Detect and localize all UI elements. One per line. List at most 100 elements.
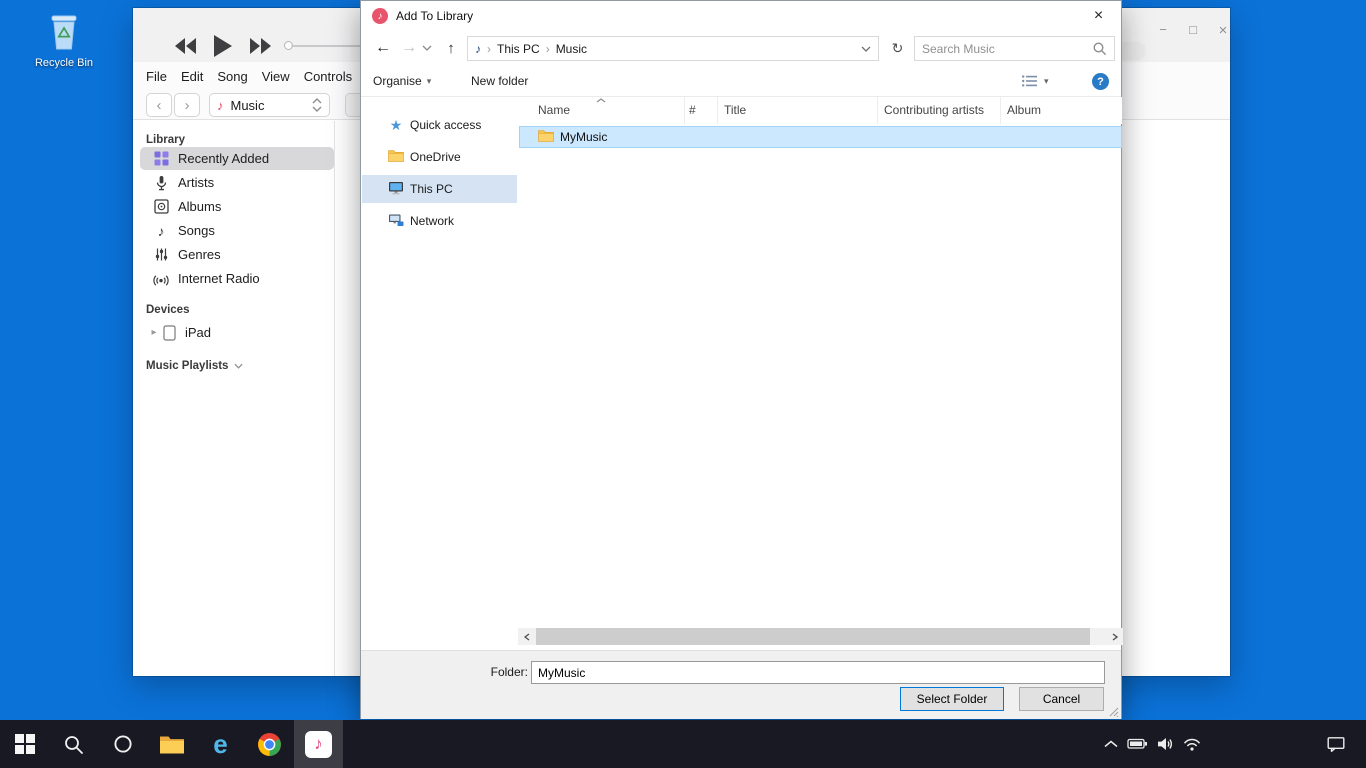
sidebar-item-label: Internet Radio bbox=[178, 271, 260, 286]
sidebar-item-genres[interactable]: Genres bbox=[140, 243, 334, 266]
desktop: Recycle Bin − □ × File Edit Song V bbox=[0, 0, 1366, 768]
taskbar-chrome-button[interactable] bbox=[245, 720, 294, 768]
itunes-search-field-partial[interactable] bbox=[1122, 42, 1146, 60]
navpane-item-label: Quick access bbox=[410, 118, 481, 132]
breadcrumb-this-pc[interactable]: This PC bbox=[497, 42, 540, 56]
search-box[interactable] bbox=[914, 36, 1115, 61]
windows-logo-icon bbox=[15, 734, 35, 754]
back-button[interactable]: ← bbox=[371, 36, 395, 60]
horizontal-scrollbar[interactable] bbox=[518, 628, 1123, 645]
address-bar[interactable]: ♪ › This PC › Music bbox=[467, 36, 879, 61]
scrollbar-thumb[interactable] bbox=[536, 628, 1090, 645]
play-button[interactable] bbox=[214, 35, 232, 57]
menu-edit[interactable]: Edit bbox=[181, 69, 203, 84]
organise-label: Organise bbox=[373, 74, 422, 88]
folder-icon bbox=[538, 129, 554, 145]
new-folder-button[interactable]: New folder bbox=[471, 66, 528, 96]
music-playlists-label: Music Playlists bbox=[146, 360, 228, 372]
taskbar-file-explorer-button[interactable] bbox=[147, 720, 196, 768]
sidebar-item-albums[interactable]: Albums bbox=[140, 195, 334, 218]
action-center-button[interactable] bbox=[1316, 720, 1356, 768]
taskbar-itunes-button[interactable]: ♪ bbox=[294, 720, 343, 768]
network-wifi-icon[interactable] bbox=[1183, 738, 1201, 751]
close-icon: × bbox=[1094, 7, 1103, 25]
dialog-footer: Folder: Select Folder Cancel bbox=[361, 650, 1121, 719]
taskbar-internet-explorer-button[interactable]: e bbox=[196, 720, 245, 768]
maximize-icon[interactable]: □ bbox=[1185, 22, 1201, 37]
recently-added-icon bbox=[153, 151, 169, 166]
refresh-icon: ↻ bbox=[892, 40, 904, 57]
file-row-mymusic[interactable]: MyMusic bbox=[519, 126, 1122, 148]
dialog-close-button[interactable]: × bbox=[1076, 1, 1121, 30]
add-to-library-dialog: ♪ Add To Library × ← → ↑ ♪ › This bbox=[360, 0, 1122, 719]
breadcrumb-music[interactable]: Music bbox=[556, 42, 587, 56]
menu-song[interactable]: Song bbox=[217, 69, 247, 84]
cortana-icon bbox=[113, 734, 133, 754]
action-center-icon bbox=[1327, 736, 1345, 752]
fast-forward-button[interactable] bbox=[250, 38, 272, 54]
navpane-item-quick-access[interactable]: ★ Quick access bbox=[362, 111, 517, 139]
recent-locations-dropdown[interactable] bbox=[419, 36, 435, 60]
recycle-bin-shortcut[interactable]: Recycle Bin bbox=[26, 8, 102, 69]
sidebar-item-songs[interactable]: ♪ Songs bbox=[140, 219, 334, 242]
close-icon[interactable]: × bbox=[1215, 22, 1231, 39]
navpane-item-network[interactable]: Network bbox=[362, 207, 517, 235]
start-button[interactable] bbox=[0, 720, 49, 768]
sidebar-item-ipad[interactable]: ▸ iPad bbox=[140, 321, 334, 344]
itunes-back-button[interactable]: ‹ bbox=[146, 93, 172, 117]
forward-button[interactable]: → bbox=[397, 36, 421, 60]
dialog-title-bar: ♪ Add To Library × bbox=[361, 1, 1121, 31]
taskbar-cortana-button[interactable] bbox=[98, 720, 147, 768]
menu-controls[interactable]: Controls bbox=[304, 69, 352, 84]
help-button[interactable]: ? bbox=[1092, 73, 1109, 90]
music-playlists-header[interactable]: Music Playlists bbox=[146, 360, 243, 372]
taskbar: e ♪ bbox=[0, 720, 1366, 768]
address-dropdown-icon[interactable] bbox=[861, 46, 871, 52]
volume-icon[interactable] bbox=[1157, 737, 1174, 751]
chevron-down-icon bbox=[422, 45, 432, 51]
organise-button[interactable]: Organise ▾ bbox=[373, 66, 431, 96]
sidebar-item-recently-added[interactable]: Recently Added bbox=[140, 147, 334, 170]
ipad-icon bbox=[161, 325, 177, 341]
battery-icon[interactable] bbox=[1127, 738, 1148, 750]
select-folder-button[interactable]: Select Folder bbox=[900, 687, 1004, 711]
help-icon: ? bbox=[1097, 76, 1104, 88]
library-section-header: Library bbox=[146, 134, 185, 146]
quick-access-star-icon: ★ bbox=[388, 117, 404, 134]
search-input[interactable] bbox=[915, 42, 1093, 56]
itunes-forward-button[interactable]: › bbox=[174, 93, 200, 117]
hidden-icons-chevron[interactable] bbox=[1104, 740, 1118, 748]
chevron-down-icon bbox=[234, 363, 243, 369]
this-pc-icon bbox=[388, 180, 404, 198]
column-header-album[interactable]: Album bbox=[1001, 97, 1122, 124]
views-button[interactable]: ▾ bbox=[1021, 66, 1049, 96]
refresh-button[interactable]: ↻ bbox=[885, 36, 910, 60]
rewind-button[interactable] bbox=[175, 38, 197, 54]
navpane-item-onedrive[interactable]: OneDrive bbox=[362, 143, 517, 171]
sidebar-item-internet-radio[interactable]: Internet Radio bbox=[140, 267, 334, 290]
folder-input[interactable] bbox=[531, 661, 1105, 684]
up-arrow-icon: ↑ bbox=[447, 40, 455, 57]
column-header-contributing-artists[interactable]: Contributing artists bbox=[878, 97, 1001, 124]
scroll-right-button[interactable] bbox=[1106, 628, 1123, 645]
up-button[interactable]: ↑ bbox=[439, 36, 463, 60]
internet-explorer-icon: e bbox=[213, 731, 227, 757]
menu-view[interactable]: View bbox=[262, 69, 290, 84]
recycle-bin-icon bbox=[42, 8, 86, 52]
navpane-item-label: OneDrive bbox=[410, 150, 461, 164]
navpane-item-this-pc[interactable]: This PC bbox=[362, 175, 517, 203]
scroll-left-button[interactable] bbox=[518, 628, 535, 645]
disclosure-triangle-icon[interactable]: ▸ bbox=[147, 327, 161, 338]
cancel-button[interactable]: Cancel bbox=[1019, 687, 1104, 711]
minimize-icon[interactable]: − bbox=[1155, 22, 1171, 37]
taskbar-search-button[interactable] bbox=[49, 720, 98, 768]
media-type-selector[interactable]: ♪ Music bbox=[209, 93, 330, 117]
menu-file[interactable]: File bbox=[146, 69, 167, 84]
sidebar-item-artists[interactable]: Artists bbox=[140, 171, 334, 194]
resize-grip[interactable] bbox=[1108, 706, 1119, 717]
column-header-title[interactable]: Title bbox=[718, 97, 878, 124]
scroll-left-icon bbox=[524, 633, 530, 641]
itunes-icon: ♪ bbox=[305, 731, 332, 758]
column-header-number[interactable]: # bbox=[685, 97, 718, 124]
folder-field-label: Folder: bbox=[453, 661, 528, 684]
